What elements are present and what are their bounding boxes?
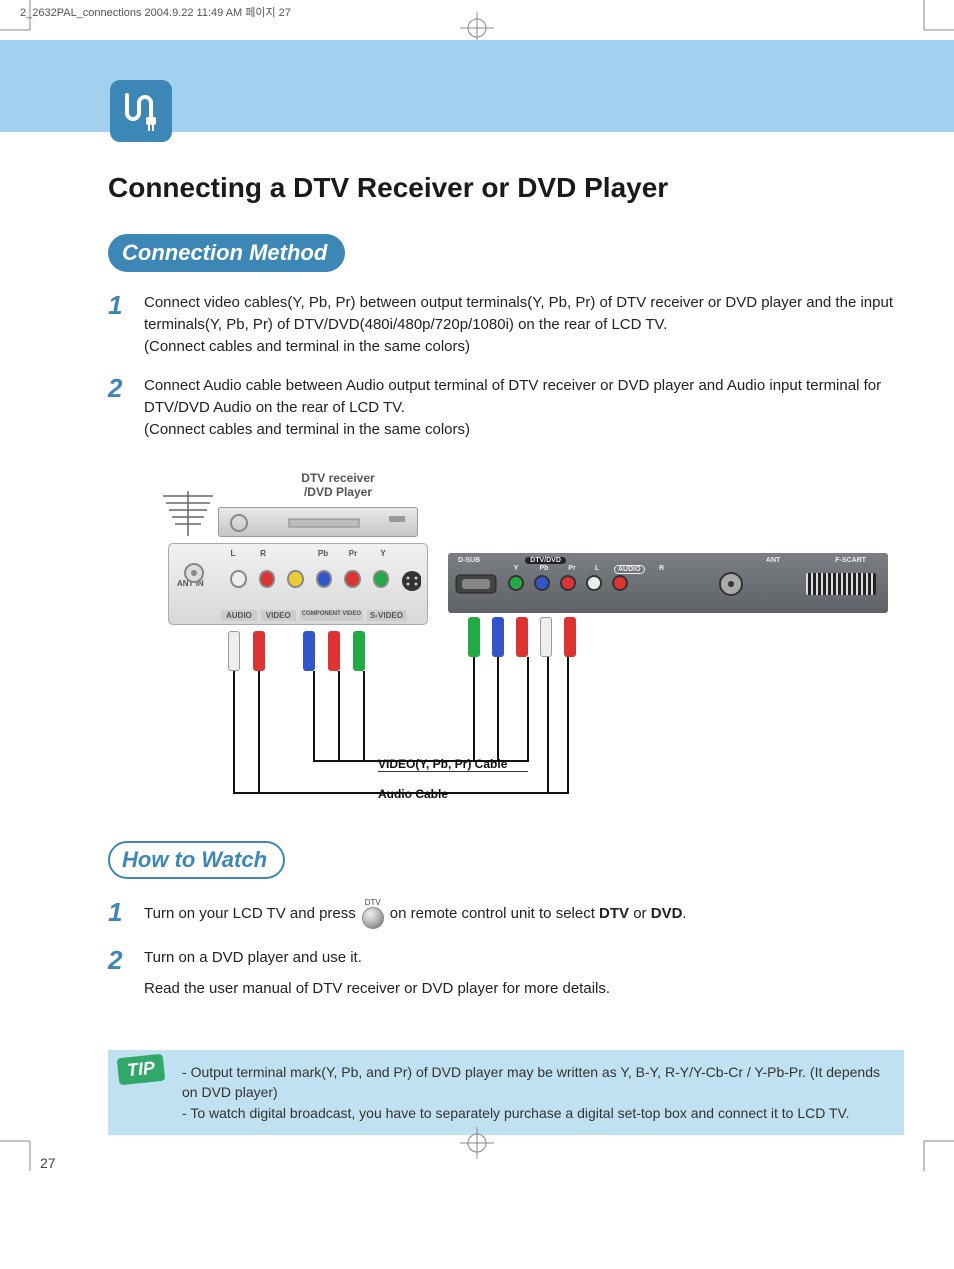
dvd-player-device bbox=[218, 507, 418, 537]
tv-pb-label: Pb bbox=[536, 565, 552, 574]
content-area: CONNECTIONS Connecting a DTV Receiver or… bbox=[0, 132, 954, 1135]
tv-ant-label: ANT bbox=[766, 557, 780, 564]
jack-pr bbox=[344, 570, 361, 588]
tv-pr-label: Pr bbox=[564, 565, 580, 574]
step-number: 2 bbox=[108, 947, 130, 973]
connection-step-1: 1 Connect video cables(Y, Pb, Pr) betwee… bbox=[108, 292, 904, 357]
step-text: Connect Audio cable between Audio output… bbox=[144, 375, 904, 440]
jack-y bbox=[373, 570, 390, 588]
antenna-icon bbox=[153, 481, 223, 541]
remote-dtv-button: DTV bbox=[362, 899, 384, 929]
tv-jack-y bbox=[508, 575, 524, 591]
tip-line1: - Output terminal mark(Y, Pb, and Pr) of… bbox=[182, 1062, 886, 1103]
watch2-line1: Turn on a DVD player and use it. bbox=[144, 947, 610, 969]
step-number: 1 bbox=[108, 899, 130, 925]
page: CONNECTIONS Connecting a DTV Receiver or… bbox=[0, 0, 954, 1171]
section-connection-method: Connection Method bbox=[108, 234, 345, 272]
device-cable-plugs bbox=[228, 631, 365, 671]
jack-label-pb: Pb bbox=[314, 549, 332, 558]
panel-video-label: VIDEO bbox=[261, 610, 296, 621]
jack-audio-l bbox=[230, 570, 247, 588]
tv-audio-l-label: L bbox=[592, 565, 602, 574]
step-number: 2 bbox=[108, 375, 130, 401]
panel-audio-label: AUDIO bbox=[221, 610, 257, 621]
step-number: 1 bbox=[108, 292, 130, 318]
jack-label-y: Y bbox=[374, 549, 392, 558]
watch-step-2: 2 Turn on a DVD player and use it. Read … bbox=[108, 947, 904, 1001]
watch1-end: . bbox=[682, 905, 686, 922]
scart-port-icon bbox=[806, 573, 876, 595]
tv-cable-plugs bbox=[468, 617, 576, 657]
device-output-panel: ANT IN L R Pb Pr Y bbox=[168, 543, 428, 625]
ant-jack-icon bbox=[183, 562, 205, 592]
remote-button-icon bbox=[362, 907, 384, 929]
tv-rear-panel: D-SUB DTV/DVD ANT F-SCART Y Pb Pr L AUDI… bbox=[448, 553, 888, 613]
jack-label-pr: Pr bbox=[344, 549, 362, 558]
tv-fscart-label: F-SCART bbox=[835, 557, 866, 564]
step-text: Turn on a DVD player and use it. Read th… bbox=[144, 947, 610, 1001]
tip-badge: TIP bbox=[117, 1054, 166, 1086]
video-cable-label: VIDEO(Y, Pb, Pr) Cable bbox=[378, 757, 507, 771]
tip-line2: - To watch digital broadcast, you have t… bbox=[182, 1103, 886, 1123]
tv-dsub-label: D-SUB bbox=[458, 557, 480, 564]
tv-dtvdvd-label: DTV/DVD bbox=[525, 557, 566, 564]
section-how-to-watch: How to Watch bbox=[108, 841, 285, 879]
connection-diagram: DTV receiver /DVD Player bbox=[148, 471, 848, 801]
connection-step-2: 2 Connect Audio cable between Audio outp… bbox=[108, 375, 904, 440]
jack-video bbox=[287, 570, 304, 588]
panel-component-label: COMPONENT VIDEO bbox=[300, 610, 363, 621]
tv-audio-r-label: R bbox=[657, 565, 667, 574]
step-text: Turn on your LCD TV and press DTV on rem… bbox=[144, 899, 687, 929]
jack-pb bbox=[316, 570, 333, 588]
svideo-jack-icon bbox=[401, 570, 421, 592]
tv-jack-pb bbox=[534, 575, 550, 591]
diagram-device-label: DTV receiver /DVD Player bbox=[288, 471, 388, 500]
watch1-dtv: DTV bbox=[599, 905, 629, 922]
tv-jack-audio-r bbox=[612, 575, 628, 591]
watch1-pre: Turn on your LCD TV and press bbox=[144, 903, 356, 925]
tv-y-label: Y bbox=[508, 565, 524, 574]
page-title: Connecting a DTV Receiver or DVD Player bbox=[108, 172, 904, 204]
panel-svideo-label: S-VIDEO bbox=[367, 610, 406, 621]
tv-jack-audio-l bbox=[586, 575, 602, 591]
watch2-line2: Read the user manual of DTV receiver or … bbox=[144, 978, 610, 1000]
crop-marks-top bbox=[0, 0, 954, 40]
watch-step-1: 1 Turn on your LCD TV and press DTV on r… bbox=[108, 899, 904, 929]
crop-marks-bottom bbox=[0, 1121, 954, 1171]
top-color-band bbox=[0, 40, 954, 132]
jack-audio-r bbox=[259, 570, 276, 588]
watch1-dvd: DVD bbox=[651, 905, 683, 922]
tv-jack-pr bbox=[560, 575, 576, 591]
jack-label-r: R bbox=[254, 549, 272, 558]
watch1-post: on remote control unit to select bbox=[390, 905, 599, 922]
tv-audio-label: AUDIO bbox=[614, 565, 645, 574]
audio-cable-label: Audio Cable bbox=[378, 787, 448, 801]
step-text: Connect video cables(Y, Pb, Pr) between … bbox=[144, 292, 904, 357]
tip-text: - Output terminal mark(Y, Pb, and Pr) of… bbox=[182, 1062, 886, 1123]
jack-label-l: L bbox=[224, 549, 242, 558]
watch1-or: or bbox=[629, 905, 651, 922]
remote-button-label: DTV bbox=[365, 899, 381, 907]
tv-ant-jack-icon bbox=[718, 571, 744, 597]
dsub-port-icon bbox=[454, 571, 498, 597]
